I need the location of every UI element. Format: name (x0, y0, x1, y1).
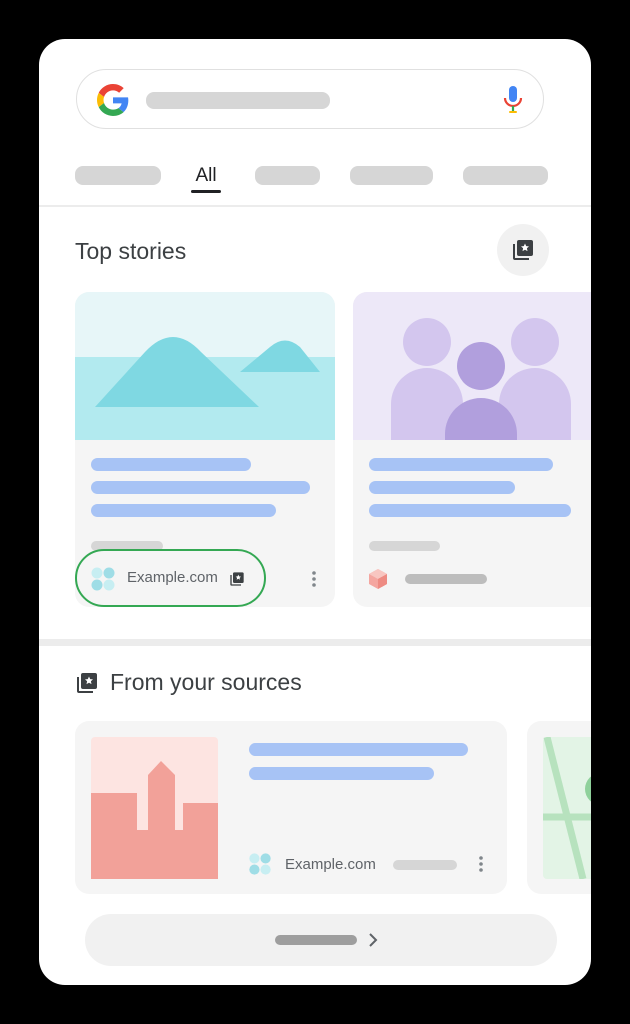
source-story-card[interactable] (527, 721, 591, 894)
headline-line (91, 458, 251, 471)
top-stories-title: Top stories (75, 238, 187, 264)
timestamp-placeholder (369, 541, 440, 551)
headline-line (369, 481, 515, 494)
site-favicon-icon (249, 853, 271, 875)
follow-button[interactable] (497, 224, 549, 276)
starred-library-icon (513, 240, 533, 260)
google-logo-icon (97, 84, 129, 116)
map-image (543, 737, 591, 879)
search-query-placeholder (146, 92, 330, 109)
search-bar[interactable] (76, 69, 544, 129)
from-sources-title: From your sources (110, 669, 302, 695)
headline-line (249, 743, 468, 756)
source-name[interactable]: Example.com (285, 856, 376, 873)
source-name-placeholder (405, 574, 487, 584)
chevron-right-icon (369, 933, 378, 947)
tab-placeholder-1[interactable] (75, 166, 161, 185)
tab-placeholder-4[interactable] (463, 166, 548, 185)
phone-screen: All Top stories Example.com From your so… (39, 39, 591, 985)
cube-favicon-icon (369, 569, 387, 589)
headline-line (369, 458, 553, 471)
starred-library-icon (77, 673, 97, 693)
source-highlight-outline (75, 549, 266, 607)
section-divider (39, 639, 591, 646)
tab-placeholder-3[interactable] (350, 166, 433, 185)
people-image (353, 292, 591, 440)
tab-all-underline (191, 190, 221, 193)
tab-all[interactable]: All (191, 165, 221, 187)
more-options-icon[interactable] (478, 855, 484, 873)
headline-line (369, 504, 571, 517)
city-image (91, 737, 218, 879)
microphone-icon[interactable] (503, 85, 523, 115)
top-story-card[interactable] (353, 292, 591, 607)
landscape-image (75, 292, 335, 440)
more-stories-button[interactable] (85, 914, 557, 966)
more-label-placeholder (275, 935, 357, 945)
headline-line (249, 767, 434, 780)
headline-line (91, 481, 310, 494)
tab-placeholder-2[interactable] (255, 166, 320, 185)
tabs-divider (39, 205, 591, 207)
source-story-card[interactable]: Example.com (75, 721, 507, 894)
headline-line (91, 504, 276, 517)
timestamp-placeholder (393, 860, 457, 870)
more-options-icon[interactable] (311, 570, 317, 588)
